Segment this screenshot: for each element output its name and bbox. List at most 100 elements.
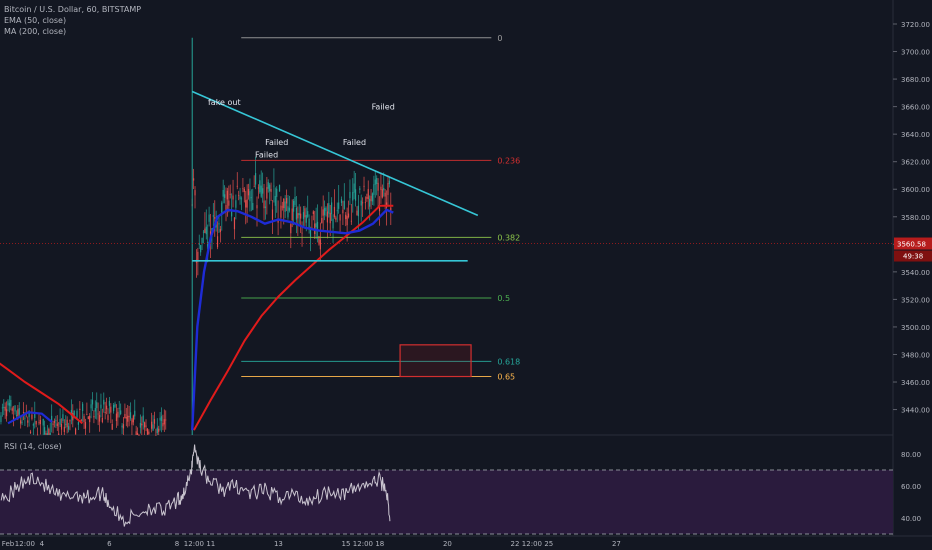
candle-body — [156, 427, 158, 434]
candle-body — [42, 418, 44, 426]
candle-body — [290, 224, 292, 234]
candle-body — [159, 417, 161, 421]
candle-body — [287, 206, 289, 218]
annotation-label: fake out — [208, 98, 241, 107]
candle-body — [260, 185, 262, 197]
candle-body — [66, 419, 68, 428]
candle-body — [216, 236, 219, 248]
candle-body — [278, 184, 281, 192]
candle-body — [245, 200, 247, 208]
candle-body — [349, 191, 351, 199]
candle-body — [243, 188, 245, 193]
candle-body — [91, 399, 94, 405]
candle-body — [52, 423, 54, 425]
candle-body — [93, 415, 95, 418]
symbol-title[interactable]: Bitcoin / U.S. Dollar, 60, BITSTAMP — [4, 4, 141, 15]
candle-body — [228, 200, 230, 206]
candle-body — [295, 207, 298, 220]
time-tick-label: 6 — [107, 540, 112, 548]
candle-body — [221, 202, 223, 213]
candle-body — [101, 418, 103, 423]
price-tick-label: 3660.00 — [901, 104, 930, 112]
candle-body — [267, 182, 269, 189]
candle-body — [15, 415, 18, 416]
candle-body — [285, 198, 288, 204]
candle-body — [117, 411, 119, 418]
time-tick-label: 25 — [544, 540, 553, 548]
candle-body — [36, 434, 39, 436]
candle-body — [142, 415, 144, 423]
candle-body — [110, 406, 112, 413]
annotation-label: Failed — [255, 151, 278, 160]
candle-body — [322, 209, 324, 216]
chart-background — [0, 0, 932, 550]
time-tick-label: 12:00 — [353, 540, 373, 548]
candle-body — [315, 223, 317, 228]
price-tick-label: 3640.00 — [901, 131, 930, 139]
candle-body — [247, 189, 250, 196]
candle-body — [263, 200, 265, 209]
candle-body — [319, 239, 321, 250]
price-tick-label: 3580.00 — [901, 214, 930, 222]
candle-body — [226, 190, 229, 200]
candle-body — [77, 422, 80, 425]
candle-body — [17, 409, 19, 417]
candle-body — [252, 202, 254, 210]
ma-legend[interactable]: MA (200, close) — [4, 26, 141, 37]
candle-body — [298, 213, 300, 216]
candle-body — [27, 420, 29, 423]
candle-body — [44, 427, 46, 435]
candle-body — [24, 417, 26, 419]
candle-body — [35, 420, 37, 425]
candle-body — [363, 185, 365, 187]
fib-level-label: 0.618 — [497, 357, 520, 366]
price-tick-label: 3480.00 — [901, 351, 930, 359]
candle-body — [82, 403, 84, 412]
annotation-label: Failed — [265, 138, 288, 147]
candle-body — [39, 420, 41, 425]
candle-body — [158, 428, 160, 432]
candle-body — [120, 410, 122, 415]
candle-body — [118, 407, 120, 409]
candle-body — [381, 189, 383, 198]
candle-body — [22, 412, 25, 413]
candle-body — [152, 424, 154, 431]
candle-body — [239, 196, 241, 200]
annotation-label: Failed — [372, 102, 395, 111]
time-tick-label: 12:00 — [184, 540, 204, 548]
candle-body — [328, 203, 330, 214]
candle-body — [269, 184, 271, 192]
candle-body — [146, 428, 149, 435]
candle-body — [139, 422, 141, 428]
ema-legend[interactable]: EMA (50, close) — [4, 15, 141, 26]
candle-body — [238, 195, 240, 197]
candle-body — [326, 211, 329, 223]
price-tick-label: 3680.00 — [901, 76, 930, 84]
rsi-legend[interactable]: RSI (14, close) — [4, 442, 62, 451]
candle-body — [121, 425, 123, 428]
candle-body — [246, 199, 248, 208]
candle-body — [249, 191, 251, 202]
candle-body — [45, 433, 47, 435]
candle-body — [135, 431, 137, 435]
candle-body — [280, 205, 282, 218]
rsi-tick-label: 60.00 — [901, 483, 921, 491]
candle-body — [96, 402, 98, 409]
candle-body — [335, 217, 337, 220]
candle-body — [233, 217, 236, 230]
candle-body — [11, 408, 13, 411]
candle-body — [125, 417, 127, 419]
candle-body — [103, 399, 105, 405]
candle-body — [242, 188, 244, 190]
candle-body — [55, 419, 57, 421]
price-chart[interactable]: 40.0060.0080.00 00.2360.3820.50.6180.65 … — [0, 0, 932, 550]
candle-body — [250, 197, 252, 199]
candle-body — [366, 197, 368, 199]
candle-body — [384, 192, 386, 197]
candle-body — [7, 400, 9, 406]
candle-body — [273, 185, 275, 187]
candle-body — [262, 188, 264, 194]
rsi-tick-label: 80.00 — [901, 451, 921, 459]
candle-body — [1, 407, 3, 409]
candle-body — [18, 408, 20, 415]
